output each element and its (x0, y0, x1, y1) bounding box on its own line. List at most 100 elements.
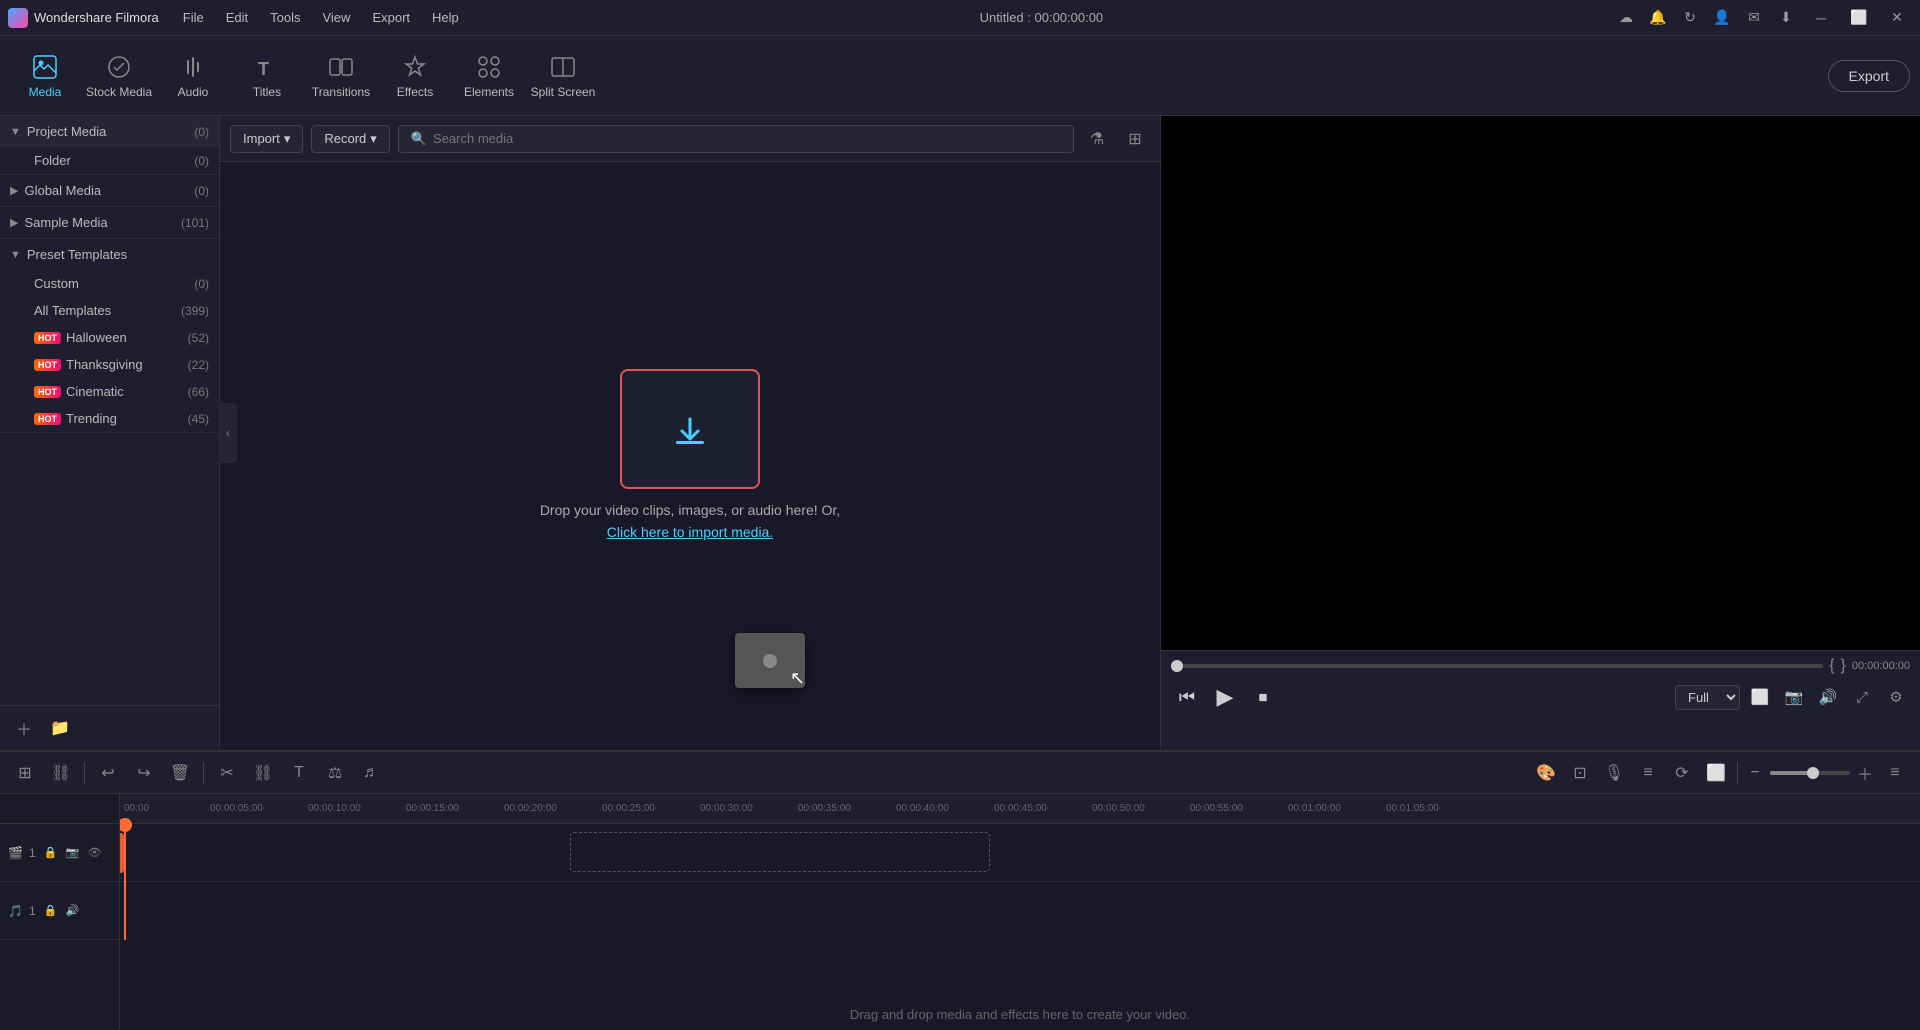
import-box[interactable] (620, 369, 760, 489)
record-button[interactable]: Record ▾ (311, 125, 389, 153)
undo-button[interactable]: ↩ (93, 758, 123, 788)
timecode-display: 00:00:00:00 (1852, 660, 1910, 672)
record-track-button[interactable]: 🎙 (1599, 758, 1629, 788)
settings-icon[interactable]: ⚙ (1882, 683, 1910, 711)
menu-export[interactable]: Export (362, 7, 420, 28)
mute-button[interactable]: 🔊 (64, 902, 82, 920)
import-dropdown-icon: ▾ (284, 131, 291, 147)
zoom-plus-button[interactable]: ＋ (1854, 762, 1876, 784)
sidebar-item-all-templates[interactable]: All Templates (399) (24, 297, 219, 324)
toolbar-elements[interactable]: Elements (454, 42, 524, 110)
sidebar-item-global-media[interactable]: ▶ Global Media (0) (0, 175, 219, 206)
sidebar-thanksgiving-label: Thanksgiving (66, 357, 188, 372)
lock-audio-button[interactable]: 🔒 (42, 902, 60, 920)
sidebar-item-preset-templates[interactable]: ▼ Preset Templates (0, 239, 219, 270)
import-link[interactable]: Click here to import media. (607, 524, 774, 540)
menu-tools[interactable]: Tools (260, 7, 310, 28)
preview-screen-icon[interactable]: ⬜ (1746, 683, 1774, 711)
toolbar-transitions[interactable]: Transitions (306, 42, 376, 110)
audio-mix-button[interactable]: ♬ (356, 758, 386, 788)
cut-button[interactable]: ✂ (212, 758, 242, 788)
search-input[interactable] (433, 131, 1061, 146)
sidebar-item-thanksgiving[interactable]: HOT Thanksgiving (22) (24, 351, 219, 378)
volume-icon[interactable]: 🔊 (1814, 683, 1842, 711)
hot-badge-trending: HOT (34, 413, 61, 425)
text-button[interactable]: T (284, 758, 314, 788)
add-track-button[interactable]: ⊞ (10, 758, 40, 788)
stop-button[interactable]: ⏹ (1247, 681, 1279, 713)
maximize-button[interactable]: ⬜ (1844, 6, 1874, 30)
sidebar-item-folder[interactable]: Folder (0) (24, 147, 219, 174)
toolbar-titles[interactable]: T Titles (232, 42, 302, 110)
redo-button[interactable]: ↪ (129, 758, 159, 788)
collapse-sidebar-button[interactable]: ‹ (219, 403, 237, 463)
sync-icon[interactable]: ↻ (1678, 6, 1702, 30)
dragged-media-thumbnail[interactable] (735, 633, 805, 688)
add-media-button[interactable]: ＋ (10, 714, 38, 742)
menu-file[interactable]: File (173, 7, 214, 28)
bracket-out[interactable]: } (1841, 657, 1846, 675)
audio-sep-button[interactable]: ≡ (1633, 758, 1663, 788)
fullscreen-icon[interactable]: ⤢ (1848, 683, 1876, 711)
cloud-icon[interactable]: ☁ (1614, 6, 1638, 30)
playhead-handle[interactable] (120, 824, 126, 882)
play-pause-button[interactable]: ▶ (1209, 681, 1241, 713)
crop-button[interactable]: ⊡ (1565, 758, 1595, 788)
scrubber-bar[interactable] (1171, 664, 1823, 668)
eye-button[interactable]: 👁 (86, 844, 104, 862)
ruler-tick-1: 00:00:05:00 (210, 803, 263, 814)
sidebar-thanksgiving-count: (22) (188, 358, 209, 372)
import-button[interactable]: Import ▾ (230, 125, 303, 153)
menu-edit[interactable]: Edit (216, 7, 258, 28)
menu-help[interactable]: Help (422, 7, 469, 28)
sidebar-folder-label: Folder (34, 153, 194, 168)
sidebar-item-sample-media[interactable]: ▶ Sample Media (101) (0, 207, 219, 238)
search-icon: 🔍 (411, 131, 427, 147)
window-title: Untitled : 00:00:00:00 (980, 10, 1104, 25)
toolbar-audio[interactable]: Audio (158, 42, 228, 110)
scrubber-thumb[interactable] (1171, 660, 1183, 672)
menu-view[interactable]: View (312, 7, 360, 28)
zoom-handle[interactable] (1807, 767, 1819, 779)
download-icon[interactable]: ⬇ (1774, 6, 1798, 30)
color-button[interactable]: 🎨 (1531, 758, 1561, 788)
sidebar-item-trending[interactable]: HOT Trending (45) (24, 405, 219, 432)
timeline-settings-button[interactable]: ≡ (1880, 758, 1910, 788)
hot-badge-halloween: HOT (34, 332, 61, 344)
notification-icon[interactable]: 🔔 (1646, 6, 1670, 30)
toolbar-stock-media[interactable]: Stock Media (84, 42, 154, 110)
toolbar-effects[interactable]: Effects (380, 42, 450, 110)
skip-back-button[interactable]: ⏮ (1171, 681, 1203, 713)
clip-type-button[interactable]: ⬜ (1701, 758, 1731, 788)
adjust-button[interactable]: ⚖ (320, 758, 350, 788)
snapshot-icon[interactable]: 📷 (1780, 683, 1808, 711)
unlink-button[interactable]: ⛓ (248, 758, 278, 788)
sidebar-item-cinematic[interactable]: HOT Cinematic (66) (24, 378, 219, 405)
playback-row: ⏮ ▶ ⏹ Full50%25%Fit ⬜ 📷 🔊 ⤢ ⚙ (1171, 681, 1910, 713)
user-icon[interactable]: 👤 (1710, 6, 1734, 30)
lock-track-button[interactable]: 🔒 (42, 844, 60, 862)
zoom-minus-button[interactable]: − (1744, 762, 1766, 784)
zoom-select[interactable]: Full50%25%Fit (1675, 685, 1740, 710)
view-toggle-button[interactable]: ⊞ (1120, 124, 1150, 154)
camera-button[interactable]: 📷 (64, 844, 82, 862)
filter-button[interactable]: ⚗ (1082, 124, 1112, 154)
minimize-button[interactable]: ─ (1806, 6, 1836, 30)
toolbar-split-screen[interactable]: Split Screen (528, 42, 598, 110)
toolbar-media[interactable]: Media (10, 42, 80, 110)
folder-button[interactable]: 📁 (46, 714, 74, 742)
mail-icon[interactable]: ✉ (1742, 6, 1766, 30)
delete-button[interactable]: 🗑 (165, 758, 195, 788)
zoom-slider[interactable] (1770, 771, 1850, 775)
timeline: ⊞ ⛓ ↩ ↪ 🗑 ✂ ⛓ T ⚖ ♬ 🎨 ⊡ 🎙 ≡ ⟳ ⬜ − ＋ (0, 750, 1920, 1030)
export-button[interactable]: Export (1828, 60, 1910, 92)
bracket-in[interactable]: { (1829, 657, 1834, 675)
tl-separator-1 (84, 762, 85, 784)
svg-text:T: T (258, 59, 269, 79)
chain-button[interactable]: ⛓ (46, 758, 76, 788)
close-button[interactable]: ✕ (1882, 6, 1912, 30)
sidebar-item-project-media[interactable]: ▼ Project Media (0) (0, 116, 219, 147)
sidebar-item-halloween[interactable]: HOT Halloween (52) (24, 324, 219, 351)
motion-button[interactable]: ⟳ (1667, 758, 1697, 788)
sidebar-item-custom[interactable]: Custom (0) (24, 270, 219, 297)
